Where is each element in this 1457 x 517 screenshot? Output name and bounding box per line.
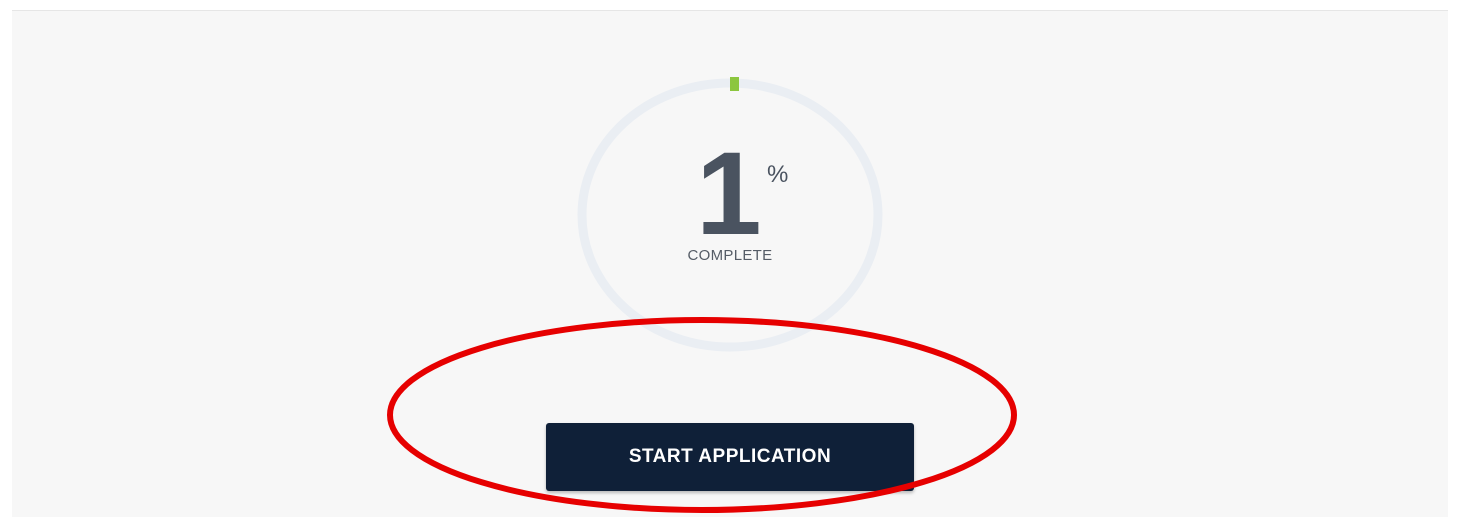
- page: 1 % COMPLETE START APPLICATION: [0, 0, 1457, 517]
- progress-ring-fill: [730, 77, 739, 91]
- progress-complete-label: COMPLETE: [687, 247, 773, 264]
- start-application-button[interactable]: START APPLICATION: [546, 423, 914, 491]
- progress-percent-symbol: %: [767, 161, 789, 188]
- progress-percent-value: 1: [696, 128, 762, 260]
